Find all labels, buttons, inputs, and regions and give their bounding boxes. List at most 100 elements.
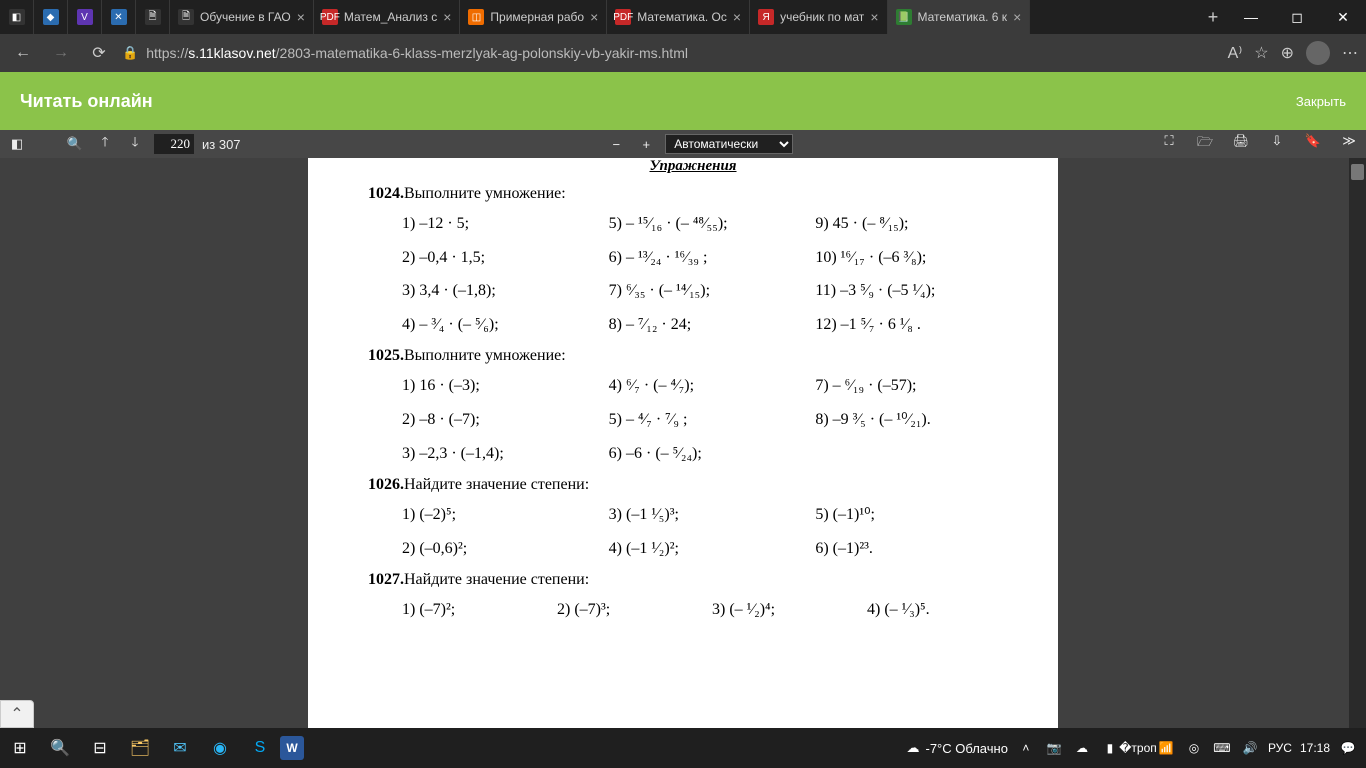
presentation-icon[interactable]: ⛶	[1158, 133, 1180, 155]
browser-tab[interactable]: PDFМатем_Анализ с×	[314, 0, 461, 34]
menu-icon[interactable]: ⋯	[1342, 43, 1358, 63]
reader-title: Читать онлайн	[20, 91, 153, 112]
problem-item: 7) ⁶⁄₃₅ · (– ¹⁴⁄₁₅);	[605, 274, 812, 308]
start-button[interactable]: ⊞	[0, 728, 40, 768]
zoom-out-icon[interactable]: −	[605, 137, 627, 152]
profile-avatar[interactable]	[1306, 41, 1330, 65]
browser-tab[interactable]: 📗Математика. 6 к×	[888, 0, 1031, 34]
tab-favicon: 📗	[896, 9, 912, 25]
page-up-icon[interactable]: 🡑	[94, 133, 116, 155]
forward-button[interactable]: →	[46, 38, 76, 68]
tab-strip: ◧◆V✕🗎🗎Обучение в ГАО×PDFМатем_Анализ с×◫…	[0, 0, 1198, 34]
zoom-select[interactable]: Автоматически	[665, 134, 793, 154]
browser-tab[interactable]: 🗎	[136, 0, 170, 34]
problem-item: 4) (–1 ¹⁄₂)²;	[605, 532, 812, 566]
tab-favicon: PDF	[615, 9, 631, 25]
tab-favicon: V	[77, 9, 93, 25]
edge-icon[interactable]: ◉	[200, 728, 240, 768]
tab-favicon: 🗎	[145, 9, 161, 25]
zoom-in-icon[interactable]: +	[635, 137, 657, 152]
onedrive-icon[interactable]: ☁	[1072, 741, 1092, 755]
weather-widget[interactable]: ☁-7°C Облачно	[906, 740, 1007, 756]
tools-icon[interactable]: ≫	[1338, 133, 1360, 155]
url-field[interactable]: 🔒 https://s.11klasov.net/2803-matematika…	[122, 45, 1220, 61]
problem-items: 1) (–2)⁵;3) (–1 ¹⁄₅)³;5) (–1)¹⁰;2) (–0,6…	[368, 498, 1018, 565]
address-bar: ← → ⟳ 🔒 https://s.11klasov.net/2803-mate…	[0, 34, 1366, 72]
problem-item: 3) (– ¹⁄₂)⁴;	[708, 593, 863, 627]
keyboard-icon[interactable]: ⌨	[1212, 741, 1232, 755]
volume-icon[interactable]: 🔊	[1240, 741, 1260, 755]
favorite-icon[interactable]: ☆	[1254, 43, 1268, 63]
problem-item: 4) ⁶⁄₇ · (– ⁴⁄₇);	[605, 369, 812, 403]
minimize-button[interactable]: —	[1228, 0, 1274, 34]
problem-item: 12) –1 ⁵⁄₇ · 6 ¹⁄₈ .	[811, 308, 1018, 342]
search-button[interactable]: 🔍	[40, 728, 80, 768]
notifications-icon[interactable]: 💬	[1338, 741, 1358, 755]
problem-item: 3) (–1 ¹⁄₅)³;	[605, 498, 812, 532]
mail-icon[interactable]: ✉	[160, 728, 200, 768]
print-icon[interactable]: 🖨	[1230, 133, 1252, 155]
browser-tab[interactable]: ◫Примерная рабо×	[460, 0, 607, 34]
tab-title: Примерная рабо	[490, 10, 584, 24]
back-button[interactable]: ←	[8, 38, 38, 68]
new-tab-button[interactable]: +	[1198, 7, 1228, 28]
location-icon[interactable]: ◎	[1184, 741, 1204, 755]
browser-titlebar: ◧◆V✕🗎🗎Обучение в ГАО×PDFМатем_Анализ с×◫…	[0, 0, 1366, 34]
problem-number: 1027.	[368, 571, 404, 588]
sidebar-toggle-icon[interactable]: ◧	[6, 136, 28, 152]
open-file-icon[interactable]: 🗁	[1194, 133, 1216, 155]
tab-close-icon[interactable]: ×	[1013, 9, 1021, 25]
problem-title: Найдите значение степени:	[404, 476, 589, 493]
problem-item: 5) – ⁴⁄₇ · ⁷⁄₉ ;	[605, 403, 812, 437]
browser-tab[interactable]: ✕	[102, 0, 136, 34]
problem-number: 1025.	[368, 347, 404, 364]
word-icon[interactable]: W	[280, 736, 304, 760]
meet-now-icon[interactable]: 📷	[1044, 741, 1064, 755]
task-view-icon[interactable]: ⊟	[80, 728, 120, 768]
battery-icon[interactable]: ▮	[1100, 741, 1120, 755]
tab-close-icon[interactable]: ×	[443, 9, 451, 25]
tab-close-icon[interactable]: ×	[590, 9, 598, 25]
close-window-button[interactable]: ✕	[1320, 0, 1366, 34]
browser-tab[interactable]: ◧	[0, 0, 34, 34]
browser-tab[interactable]: PDFМатематика. Ос×	[607, 0, 750, 34]
problem: 1024.Выполните умножение:1) –12 · 5;5) –…	[368, 185, 1018, 341]
page-number-input[interactable]	[154, 134, 194, 154]
problem: 1025.Выполните умножение:1) 16 · (–3);4)…	[368, 347, 1018, 470]
skype-icon[interactable]: S	[240, 728, 280, 768]
reader-close-button[interactable]: Закрыть	[1296, 94, 1346, 109]
clock[interactable]: 17:18	[1300, 741, 1330, 755]
pdf-page: Упражнения 1024.Выполните умножение:1) –…	[308, 158, 1058, 728]
file-explorer-icon[interactable]: 🗂	[120, 728, 160, 768]
tab-title: учебник по мат	[780, 10, 864, 24]
bookmark-icon[interactable]: 🔖	[1302, 133, 1324, 155]
problem-item: 11) –3 ⁵⁄₉ · (–5 ¹⁄₄);	[811, 274, 1018, 308]
problem-item: 4) (– ¹⁄₃)⁵.	[863, 593, 1018, 627]
maximize-button[interactable]: ◻	[1274, 0, 1320, 34]
refresh-button[interactable]: ⟳	[84, 38, 114, 68]
scrollbar-thumb[interactable]	[1351, 164, 1364, 180]
problem-item: 6) (–1)²³.	[811, 532, 1018, 566]
problem-item: 1) –12 · 5;	[398, 207, 605, 241]
wifi-icon2[interactable]: 📶	[1156, 741, 1176, 755]
tab-close-icon[interactable]: ×	[870, 9, 878, 25]
problem-item: 6) –6 · (– ⁵⁄₂₄);	[605, 437, 812, 471]
search-icon[interactable]: 🔍	[64, 136, 86, 152]
vertical-scrollbar[interactable]	[1349, 158, 1366, 728]
download-icon[interactable]: ⇩	[1266, 133, 1288, 155]
browser-tab[interactable]: ◆	[34, 0, 68, 34]
problem-item: 3) 3,4 · (–1,8);	[398, 274, 605, 308]
problem-item: 10) ¹⁶⁄₁₇ · (–6 ³⁄₈);	[811, 241, 1018, 275]
browser-tab[interactable]: Яучебник по мат×	[750, 0, 887, 34]
language-indicator[interactable]: РУС	[1268, 741, 1292, 755]
page-down-icon[interactable]: 🡓	[124, 133, 146, 155]
downloads-handle[interactable]: ⌃	[0, 700, 34, 728]
wifi-icon[interactable]: �троп	[1128, 741, 1148, 755]
tab-close-icon[interactable]: ×	[297, 9, 305, 25]
tray-chevron-icon[interactable]: ˄	[1016, 741, 1036, 755]
collections-icon[interactable]: ⊕	[1281, 43, 1294, 63]
read-aloud-icon[interactable]: A⁾	[1228, 43, 1243, 63]
tab-close-icon[interactable]: ×	[733, 9, 741, 25]
browser-tab[interactable]: 🗎Обучение в ГАО×	[170, 0, 314, 34]
browser-tab[interactable]: V	[68, 0, 102, 34]
